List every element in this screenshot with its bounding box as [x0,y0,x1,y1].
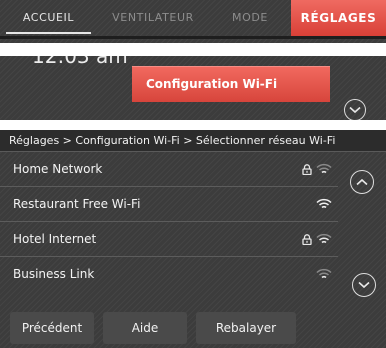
network-row-hotel[interactable]: Hotel Internet [0,222,338,257]
network-row-business[interactable]: Business Link [0,257,338,292]
tab-reglages[interactable]: RÉGLAGES [291,0,386,36]
bottom-action-bar: Précédent Aide Rebalayer [0,312,386,348]
network-row-home[interactable]: Home Network [0,152,338,187]
settings-menu-panel: 12:03 am Configuration Wi-Fi [0,56,386,120]
lock-icon [302,163,312,175]
previous-button[interactable]: Précédent [10,312,94,344]
chevron-up-icon [356,178,368,186]
breadcrumb: Réglages > Configuration Wi-Fi > Sélecti… [0,130,386,152]
scroll-up-button[interactable] [350,170,374,194]
scroll-down-button[interactable] [352,273,376,297]
tab-bar: ACCUEIL VENTILATEUR MODE RÉGLAGES [0,0,386,39]
wifi-full-icon [316,198,332,210]
network-name: Restaurant Free Wi-Fi [13,197,141,211]
network-list: Home Network Restaurant Free Wi-Fi Hotel… [0,152,338,292]
tab-bar-divider [0,36,386,39]
lock-icon [302,233,312,245]
wifi-weak-icon [316,268,332,280]
rescan-button[interactable]: Rebalayer [196,312,296,344]
network-row-restaurant[interactable]: Restaurant Free Wi-Fi [0,187,338,222]
tab-mode[interactable]: MODE [209,0,291,36]
network-name: Business Link [13,267,95,281]
tab-ventilateur[interactable]: VENTILATEUR [97,0,209,36]
scroll-down-button[interactable] [344,99,366,120]
wifi-weak-icon [316,163,332,175]
chevron-down-icon [358,281,370,289]
chevron-down-icon [349,106,361,114]
help-button[interactable]: Aide [103,312,187,344]
clock-display: 12:03 am [32,56,128,68]
network-name: Hotel Internet [13,232,97,246]
tab-accueil[interactable]: ACCUEIL [0,0,97,36]
tab-bar-panel: ACCUEIL VENTILATEUR MODE RÉGLAGES [0,0,386,43]
wifi-network-select-panel: Réglages > Configuration Wi-Fi > Sélecti… [0,130,386,348]
network-name: Home Network [13,162,103,176]
wifi-medium-icon [316,233,332,245]
wifi-config-button[interactable]: Configuration Wi-Fi [132,66,330,102]
